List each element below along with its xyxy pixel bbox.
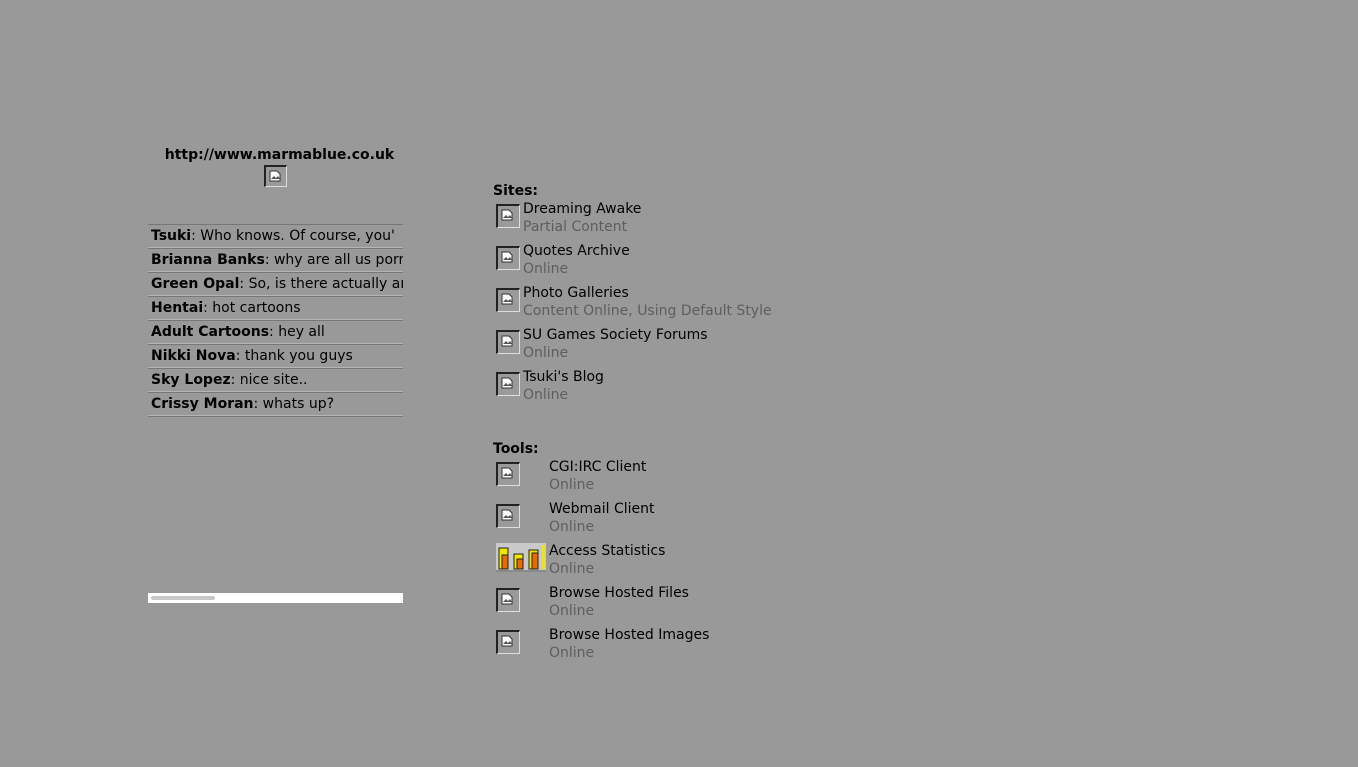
tools-section: Tools: CGI:IRC Client Online Webmail Clie…	[493, 440, 913, 668]
chat-text: : why are all us porr	[264, 252, 403, 268]
chat-author: Brianna Banks	[151, 252, 265, 268]
chat-message: Adult Cartoons: hey all	[148, 321, 403, 345]
tool-status: Online	[549, 519, 595, 535]
broken-image-icon	[496, 288, 520, 312]
chat-message: Tsuki: Who knows. Of course, you'	[148, 225, 403, 249]
scrollbar-thumb[interactable]	[151, 596, 215, 600]
site-status: Online	[523, 345, 569, 361]
site-status: Online	[523, 387, 569, 403]
broken-image-icon	[496, 630, 520, 654]
site-status: Partial Content	[523, 219, 628, 235]
broken-image-icon	[496, 504, 520, 528]
chat-message: Brianna Banks: why are all us porr	[148, 249, 403, 273]
page: http://www.marmablue.co.uk Tsuki: Who kn…	[0, 0, 1358, 767]
chat-text: : thank you guys	[235, 348, 353, 364]
site-name[interactable]: Tsuki's Blog	[523, 368, 604, 386]
tool-status: Online	[549, 477, 595, 493]
left-column: http://www.marmablue.co.uk Tsuki: Who kn…	[148, 146, 403, 603]
tool-item[interactable]: Browse Hosted Images Online	[493, 626, 913, 668]
site-item[interactable]: Photo Galleries Content Online, Using Def…	[493, 284, 913, 326]
site-status: Content Online, Using Default Style	[523, 303, 772, 319]
chat-text: : So, is there actually ar	[239, 276, 403, 292]
tool-name[interactable]: Webmail Client	[549, 500, 655, 518]
broken-image-icon	[496, 204, 520, 228]
site-item[interactable]: Quotes Archive Online	[493, 242, 913, 284]
chat-message: Sky Lopez: nice site..	[148, 369, 403, 393]
broken-image-icon	[496, 588, 520, 612]
tool-status: Online	[549, 603, 595, 619]
chat-box: Tsuki: Who knows. Of course, you' Briann…	[148, 224, 403, 417]
tools-heading: Tools:	[493, 441, 539, 457]
broken-image-icon	[496, 330, 520, 354]
site-name[interactable]: Dreaming Awake	[523, 200, 641, 218]
chat-horizontal-scrollbar[interactable]	[148, 593, 403, 603]
broken-image-icon	[496, 372, 520, 396]
site-item[interactable]: SU Games Society Forums Online	[493, 326, 913, 368]
logo[interactable]	[148, 165, 403, 189]
site-item[interactable]: Dreaming Awake Partial Content	[493, 200, 913, 242]
chat-author: Adult Cartoons	[151, 324, 270, 340]
chat-message: Green Opal: So, is there actually ar	[148, 273, 403, 297]
chat-message: Hentai: hot cartoons	[148, 297, 403, 321]
site-name[interactable]: Quotes Archive	[523, 242, 630, 260]
tool-status: Online	[549, 561, 595, 577]
bar-chart-icon	[496, 543, 546, 572]
chat-author: Crissy Moran	[151, 396, 254, 412]
chat-text: : hey all	[269, 324, 325, 340]
chat-text: : whats up?	[253, 396, 335, 412]
chat-author: Hentai	[151, 300, 204, 316]
tool-item[interactable]: Webmail Client Online	[493, 500, 913, 542]
tool-name[interactable]: Browse Hosted Files	[549, 584, 689, 602]
site-url-heading[interactable]: http://www.marmablue.co.uk	[156, 146, 403, 164]
chat-author: Nikki Nova	[151, 348, 236, 364]
chat-text: : nice site..	[230, 372, 308, 388]
site-name[interactable]: Photo Galleries	[523, 284, 772, 302]
tool-item[interactable]: Browse Hosted Files Online	[493, 584, 913, 626]
sites-heading: Sites:	[493, 183, 539, 199]
sites-list: Dreaming Awake Partial Content Quotes Arc…	[493, 200, 913, 410]
chat-author: Sky Lopez	[151, 372, 231, 388]
chat-author: Tsuki	[151, 228, 192, 244]
site-item[interactable]: Tsuki's Blog Online	[493, 368, 913, 410]
tool-name[interactable]: Browse Hosted Images	[549, 626, 709, 644]
broken-image-icon	[496, 246, 520, 270]
chat-author: Green Opal	[151, 276, 240, 292]
tool-status: Online	[549, 645, 595, 661]
broken-image-icon	[264, 165, 287, 187]
tool-name[interactable]: Access Statistics	[549, 542, 665, 560]
tool-item[interactable]: CGI:IRC Client Online	[493, 458, 913, 500]
site-name[interactable]: SU Games Society Forums	[523, 326, 708, 344]
site-status: Online	[523, 261, 569, 277]
chat-message: Crissy Moran: whats up?	[148, 393, 403, 417]
right-column: Sites: Dreaming Awake Partial Content Quo…	[493, 182, 913, 668]
chat-message: Nikki Nova: thank you guys	[148, 345, 403, 369]
chat-text: : Who knows. Of course, you'	[191, 228, 395, 244]
tool-name[interactable]: CGI:IRC Client	[549, 458, 646, 476]
chat-text: : hot cartoons	[203, 300, 301, 316]
tool-item[interactable]: Access Statistics Online	[493, 542, 913, 584]
broken-image-icon	[496, 462, 520, 486]
